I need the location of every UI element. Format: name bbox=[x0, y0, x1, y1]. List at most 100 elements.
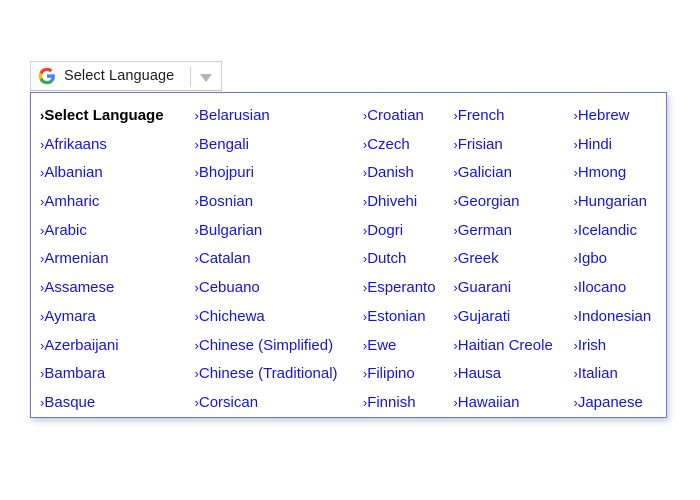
language-option[interactable]: ›Bengali bbox=[195, 131, 363, 160]
language-option[interactable]: ›Assamese bbox=[40, 274, 195, 303]
language-option[interactable]: ›Dhivehi bbox=[363, 188, 454, 217]
language-option-label: Ewe bbox=[367, 336, 397, 354]
language-option-label: French bbox=[457, 107, 505, 124]
language-option[interactable]: ›Hausa bbox=[453, 360, 573, 389]
language-option[interactable]: ›Afrikaans bbox=[40, 131, 195, 160]
language-option-label: Dutch bbox=[367, 250, 407, 268]
language-option[interactable]: ›Amharic bbox=[40, 188, 195, 217]
language-option[interactable]: ›Bulgarian bbox=[195, 217, 363, 246]
language-option-label: Icelandic bbox=[577, 221, 638, 239]
language-option-label: Greek bbox=[457, 250, 499, 268]
language-option[interactable]: ›Dogri bbox=[363, 217, 454, 246]
language-selector-button[interactable]: Select Language bbox=[30, 61, 222, 91]
language-option[interactable]: ›Finnish bbox=[363, 389, 454, 418]
page-root: Select Language ›Select Language ›Afrikaa… bbox=[0, 0, 700, 500]
language-dropdown-panel: ›Select Language ›Afrikaans ›Albanian ›Amha… bbox=[30, 92, 667, 418]
language-option[interactable]: ›Arabic bbox=[40, 217, 195, 246]
language-option[interactable]: ›Basque bbox=[40, 389, 195, 418]
language-option[interactable]: ›Catalan bbox=[195, 245, 363, 274]
language-option-label: Chichewa bbox=[198, 307, 265, 325]
language-option[interactable]: ›Azerbaijani bbox=[40, 332, 195, 361]
language-option-label: Esperanto bbox=[367, 279, 436, 297]
language-option[interactable]: ›Chinese (Simplified) bbox=[195, 332, 363, 361]
language-option[interactable]: ›Belarusian bbox=[195, 102, 363, 131]
language-option[interactable]: ›Bhojpuri bbox=[195, 159, 363, 188]
language-option-label: Indonesian bbox=[577, 307, 652, 325]
language-option-label: Frisian bbox=[457, 135, 503, 153]
language-option-label: Armenian bbox=[44, 250, 109, 268]
language-option[interactable]: ›Bambara bbox=[40, 360, 195, 389]
language-option[interactable]: ›Hawaiian bbox=[453, 389, 573, 418]
google-g-logo bbox=[38, 67, 55, 85]
language-option[interactable]: ›Ilocano bbox=[573, 274, 666, 303]
language-option-label: Haitian Creole bbox=[457, 336, 553, 354]
language-option-label: Igbo bbox=[577, 250, 608, 268]
language-option-label: Chinese (Simplified) bbox=[198, 336, 334, 354]
language-option-label: Azerbaijani bbox=[44, 336, 119, 354]
language-selector-button-label: Select Language bbox=[64, 68, 175, 84]
language-option-label: Japanese bbox=[577, 393, 643, 411]
language-option-label: Croatian bbox=[367, 107, 424, 124]
language-option-label: Belarusian bbox=[198, 107, 270, 124]
language-option[interactable]: ›French bbox=[453, 102, 573, 131]
language-option-label: Italian bbox=[577, 365, 618, 383]
language-option[interactable]: ›Filipino bbox=[363, 360, 454, 389]
language-option[interactable]: ›Corsican bbox=[195, 389, 363, 418]
language-option[interactable]: ›Danish bbox=[363, 159, 454, 188]
language-option[interactable]: ›Hungarian bbox=[573, 188, 666, 217]
language-option-label: Catalan bbox=[198, 250, 251, 268]
language-option[interactable]: ›Haitian Creole bbox=[453, 332, 573, 361]
language-option[interactable]: ›Albanian bbox=[40, 159, 195, 188]
language-option-label: Gujarati bbox=[457, 307, 511, 325]
language-option-label: Bosnian bbox=[198, 193, 254, 211]
language-option[interactable]: ›Indonesian bbox=[573, 303, 666, 332]
language-option-label: Hungarian bbox=[577, 193, 648, 211]
language-option[interactable]: ›Guarani bbox=[453, 274, 573, 303]
dropdown-arrow-icon[interactable] bbox=[200, 74, 212, 82]
language-option-label: Hausa bbox=[457, 365, 502, 383]
button-separator bbox=[190, 67, 191, 87]
language-option-label: Hmong bbox=[577, 164, 627, 182]
language-option-label: Albanian bbox=[44, 164, 103, 182]
language-option[interactable]: ›Hebrew bbox=[573, 102, 666, 131]
language-option[interactable]: ›Chinese (Traditional) bbox=[195, 360, 363, 389]
language-option[interactable]: ›Icelandic bbox=[573, 217, 666, 246]
language-option[interactable]: ›Czech bbox=[363, 131, 454, 160]
language-option[interactable]: ›Japanese bbox=[573, 389, 666, 418]
language-option[interactable]: ›Gujarati bbox=[453, 303, 573, 332]
language-option[interactable]: ›Estonian bbox=[363, 303, 454, 332]
language-option[interactable]: ›Armenian bbox=[40, 245, 195, 274]
language-option-label: Assamese bbox=[44, 279, 115, 297]
language-option[interactable]: ›Aymara bbox=[40, 303, 195, 332]
language-option[interactable]: ›Greek bbox=[453, 245, 573, 274]
language-option[interactable]: ›Chichewa bbox=[195, 303, 363, 332]
language-option-label: Danish bbox=[367, 164, 414, 182]
language-option[interactable]: ›Hindi bbox=[573, 131, 666, 160]
language-option-label: Hindi bbox=[577, 135, 612, 153]
language-option[interactable]: ›Igbo bbox=[573, 245, 666, 274]
language-option[interactable]: ›Irish bbox=[573, 332, 666, 361]
language-column-5: ›Hebrew ›Hindi ›Hmong ›Hungarian ›Icelandic ›… bbox=[573, 102, 666, 417]
language-option-label: Aymara bbox=[44, 307, 96, 325]
language-option[interactable]: ›Frisian bbox=[453, 131, 573, 160]
language-option[interactable]: ›Croatian bbox=[363, 102, 454, 131]
language-option-label: Afrikaans bbox=[44, 135, 107, 153]
language-option[interactable]: ›Galician bbox=[453, 159, 573, 188]
language-option[interactable]: ›Bosnian bbox=[195, 188, 363, 217]
language-option[interactable]: ›Dutch bbox=[363, 245, 454, 274]
language-option-label: Irish bbox=[577, 336, 607, 354]
language-option-label: Bulgarian bbox=[198, 221, 263, 239]
language-option[interactable]: ›Hmong bbox=[573, 159, 666, 188]
language-option-label: Bhojpuri bbox=[198, 164, 254, 182]
language-option[interactable]: ›Georgian bbox=[453, 188, 573, 217]
language-option[interactable]: ›Ewe bbox=[363, 332, 454, 361]
language-option[interactable]: ›Italian bbox=[573, 360, 666, 389]
language-option[interactable]: ›Cebuano bbox=[195, 274, 363, 303]
language-option[interactable]: ›Esperanto bbox=[363, 274, 454, 303]
language-option-current[interactable]: ›Select Language bbox=[40, 102, 195, 131]
language-option-label: German bbox=[457, 221, 512, 239]
language-option-label: Estonian bbox=[367, 307, 426, 325]
language-option[interactable]: ›German bbox=[453, 217, 573, 246]
language-option-label: Dhivehi bbox=[367, 193, 418, 211]
language-option-label: Bambara bbox=[44, 365, 106, 383]
